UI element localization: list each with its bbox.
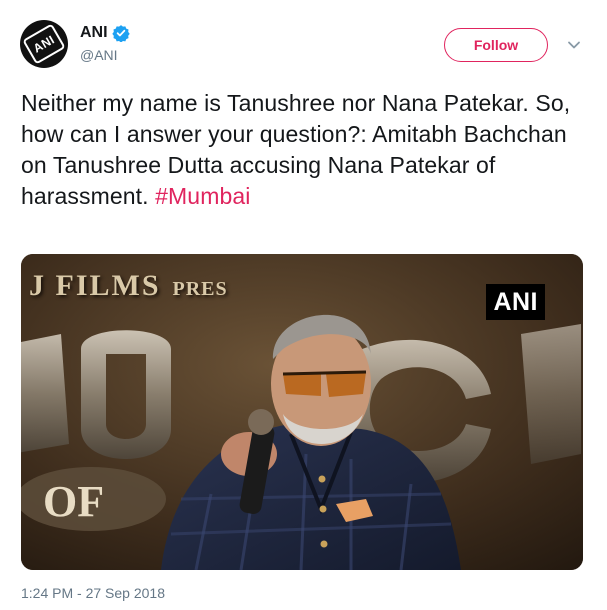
hashtag-link[interactable]: #Mumbai <box>155 183 250 209</box>
author-name-row: ANI <box>80 24 130 42</box>
display-name[interactable]: ANI <box>80 24 108 42</box>
tweet-card: ANI ANI @ANI Follow Neither my name is T… <box>0 0 607 610</box>
ani-watermark: ANI <box>486 284 545 320</box>
handle[interactable]: @ANI <box>80 47 118 63</box>
avatar-logo: ANI <box>22 23 66 65</box>
verified-badge-icon <box>111 25 130 42</box>
banner-text-small: PRES <box>172 278 228 300</box>
banner-text-main: J FILMS <box>29 269 161 302</box>
tweet-text: Neither my name is Tanushree nor Nana Pa… <box>21 88 591 212</box>
tweet-body: Neither my name is Tanushree nor Nana Pa… <box>21 90 571 209</box>
follow-button[interactable]: Follow <box>444 28 548 62</box>
banner-text: J FILMS PRES <box>29 269 228 303</box>
avatar[interactable]: ANI <box>20 20 68 68</box>
tweet-media-video[interactable]: OF J FILMS PRES ANI <box>21 254 583 570</box>
chevron-down-icon[interactable] <box>567 38 581 52</box>
svg-text:OF: OF <box>43 477 104 526</box>
timestamp-link[interactable]: 1:24 PM - 27 Sep 2018 <box>21 585 165 601</box>
